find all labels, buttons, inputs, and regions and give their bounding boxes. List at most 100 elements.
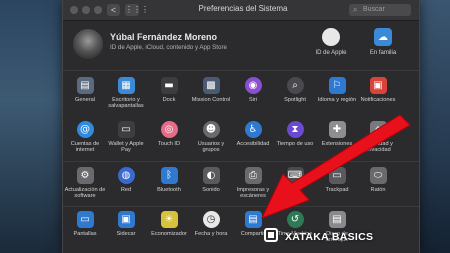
mouse-icon: ⬭ <box>369 167 387 184</box>
siri-label: Siri <box>248 97 258 103</box>
search-placeholder: Buscar <box>363 6 385 13</box>
system-preferences-window: < ⋮⋮⋮ Preferencias del Sistema ⌕ Buscar … <box>62 0 420 253</box>
date-time-pref[interactable]: ◷ Fecha y hora <box>189 211 233 237</box>
users-pref[interactable]: ☻ Usuarios y grupos <box>189 121 233 154</box>
general-label: General <box>75 97 95 103</box>
energy-saver-label: Economizador <box>151 231 187 237</box>
time-machine-icon: ↺ <box>286 211 304 228</box>
sound-pref[interactable]: ◐ Sonido <box>189 167 233 193</box>
extensions-label: Extensiones <box>321 141 353 147</box>
zoom-button[interactable] <box>94 6 102 14</box>
notifications-label: Notificaciones <box>360 97 396 103</box>
sidecar-label: Sidecar <box>116 231 136 237</box>
displays-pref[interactable]: ▭ Pantallas <box>63 211 107 237</box>
keyboard-icon: ⌨ <box>286 167 304 184</box>
printers-pref[interactable]: ⎙ Impresoras y escáneres <box>231 167 275 200</box>
notifications-pref[interactable]: ▣ Notificaciones <box>356 77 400 103</box>
minimize-button[interactable] <box>82 6 90 14</box>
wallet-icon: ▭ <box>117 121 135 138</box>
title-bar: < ⋮⋮⋮ Preferencias del Sistema ⌕ Buscar <box>63 0 419 21</box>
sound-icon: ◐ <box>202 167 220 184</box>
trackpad-label: Trackpad <box>325 187 349 193</box>
network-pref[interactable]: ◍ Red <box>104 167 148 193</box>
keyboard-pref[interactable]: ⌨ <box>273 167 317 187</box>
sharing-icon: ▤ <box>244 211 262 228</box>
search-icon: ⌕ <box>353 5 358 14</box>
dock-icon: ▬ <box>160 77 178 94</box>
apple-id-label: ID de Apple <box>315 50 347 56</box>
sound-label: Sonido <box>202 187 220 193</box>
wallet-pref[interactable]: ▭ Wallet y Apple Pay <box>104 121 148 154</box>
date-time-icon: ◷ <box>202 211 220 228</box>
general-pref[interactable]: ▤ General <box>63 77 107 103</box>
desktop-wallpaper <box>0 0 70 253</box>
internet-accounts-pref[interactable]: @ Cuentas de internet <box>63 121 107 154</box>
internet-accounts-icon: @ <box>76 121 94 138</box>
desktop-icon: ▦ <box>117 77 135 94</box>
displays-label: Pantallas <box>73 231 97 237</box>
mouse-label: Ratón <box>370 187 386 193</box>
language-label: Idioma y región <box>317 97 357 103</box>
show-all-button[interactable]: ⋮⋮⋮ <box>125 4 149 16</box>
sidecar-icon: ▣ <box>117 211 135 228</box>
energy-saver-pref[interactable]: ☀ Economizador <box>147 211 191 237</box>
bluetooth-label: Bluetooth <box>157 187 181 193</box>
language-icon: ⚐ <box>328 77 346 94</box>
accessibility-icon: ♿ <box>244 121 262 138</box>
window-title: Preferencias del Sistema <box>198 4 288 13</box>
mission-control-label: Mission Control <box>191 97 231 103</box>
watermark: XATAKA BASICS <box>285 231 374 243</box>
spotlight-icon: ⌕ <box>286 77 304 94</box>
extensions-icon: ✚ <box>328 121 346 138</box>
family-sharing-item[interactable]: ☁ En familia <box>361 28 405 56</box>
user-header: Yúbal Fernández Moreno ID de Apple, iClo… <box>63 20 419 71</box>
trackpad-pref[interactable]: ▭ Trackpad <box>315 167 359 193</box>
displays-icon: ▭ <box>76 211 94 228</box>
software-update-label: Actualización de software <box>64 187 106 200</box>
mouse-pref[interactable]: ⬭ Ratón <box>356 167 400 193</box>
software-update-pref[interactable]: ⚙ Actualización de software <box>63 167 107 200</box>
wallet-label: Wallet y Apple Pay <box>108 141 144 154</box>
dock-label: Dock <box>162 97 176 103</box>
preferences-section-2: ⚙ Actualización de software ◍ Red ᛒ Bluetooth… <box>63 162 419 207</box>
desktop-pref[interactable]: ▦ Escritorio y salvapantallas <box>104 77 148 110</box>
avatar[interactable] <box>73 29 103 59</box>
bluetooth-icon: ᛒ <box>160 167 178 184</box>
internet-accounts-label: Cuentas de internet <box>70 141 100 154</box>
desktop-wallpaper-right <box>420 0 450 253</box>
touch-id-icon: ◎ <box>160 121 178 138</box>
desktop-label: Escritorio y salvapantallas <box>108 97 144 110</box>
touch-id-pref[interactable]: ◎ Touch ID <box>147 121 191 147</box>
screen-time-pref[interactable]: ⧗ Tiempo de uso <box>273 121 317 147</box>
users-icon: ☻ <box>202 121 220 138</box>
mission-control-pref[interactable]: ▩ Mission Control <box>189 77 233 103</box>
language-pref[interactable]: ⚐ Idioma y región <box>315 77 359 103</box>
xataka-logo-icon <box>264 228 278 242</box>
printers-icon: ⎙ <box>244 167 262 184</box>
spotlight-pref[interactable]: ⌕ Spotlight <box>273 77 317 103</box>
user-subtitle: ID de Apple, iCloud, contenido y App Sto… <box>110 44 227 51</box>
family-sharing-icon: ☁ <box>374 28 392 46</box>
screen-time-icon: ⧗ <box>286 121 304 138</box>
energy-saver-icon: ☀ <box>160 211 178 228</box>
security-icon: ⌂ <box>369 121 387 138</box>
bluetooth-pref[interactable]: ᛒ Bluetooth <box>147 167 191 193</box>
network-label: Red <box>120 187 132 193</box>
dock-pref[interactable]: ▬ Dock <box>147 77 191 103</box>
user-name: Yúbal Fernández Moreno <box>110 32 218 42</box>
accessibility-pref[interactable]: ♿ Accesibilidad <box>231 121 275 147</box>
security-pref[interactable]: ⌂ Seguridad y privacidad <box>356 121 400 154</box>
back-button[interactable]: < <box>107 4 120 16</box>
trackpad-icon: ▭ <box>328 167 346 184</box>
family-sharing-label: En familia <box>369 50 397 56</box>
accessibility-label: Accesibilidad <box>236 141 270 147</box>
extensions-pref[interactable]: ✚ Extensiones <box>315 121 359 147</box>
notifications-icon: ▣ <box>369 77 387 94</box>
apple-id-item[interactable]: ID de Apple <box>309 28 353 56</box>
close-button[interactable] <box>70 6 78 14</box>
sidecar-pref[interactable]: ▣ Sidecar <box>104 211 148 237</box>
siri-pref[interactable]: ◉ Siri <box>231 77 275 103</box>
touch-id-label: Touch ID <box>157 141 181 147</box>
users-label: Usuarios y grupos <box>197 141 225 154</box>
search-field[interactable]: ⌕ Buscar <box>349 4 411 16</box>
